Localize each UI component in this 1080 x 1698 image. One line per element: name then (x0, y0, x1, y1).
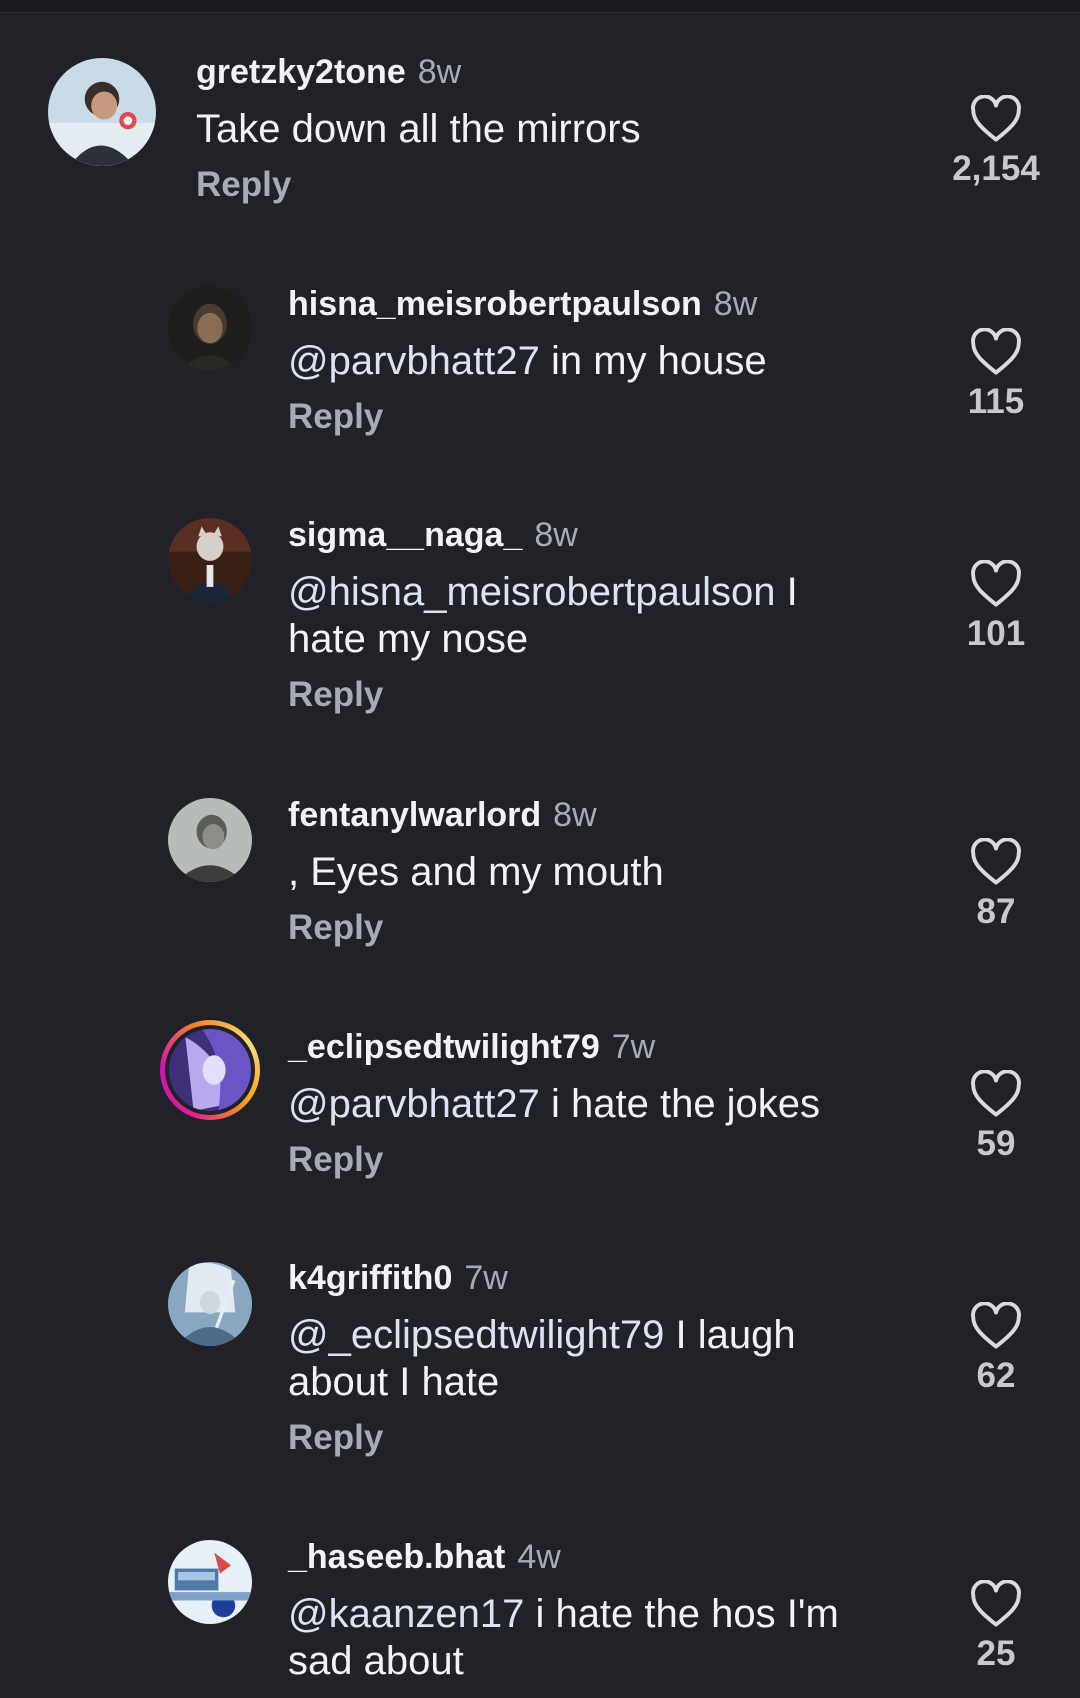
comment-header: gretzky2tone 8w (196, 52, 641, 92)
mention-link[interactable]: @parvbhatt27 (288, 1082, 540, 1126)
heart-outline-icon[interactable] (970, 328, 1022, 376)
heart-outline-icon[interactable] (970, 1070, 1022, 1118)
comment-header: sigma__naga_ 8w (288, 515, 798, 555)
story-ring[interactable] (160, 1020, 260, 1120)
avatar[interactable] (168, 1540, 252, 1624)
comment-header: hisna_meisrobertpaulson 8w (288, 284, 767, 324)
timestamp: 7w (464, 1259, 508, 1297)
like-count: 2,154 (952, 149, 1040, 188)
comment-text: , Eyes and my mouth (288, 849, 664, 896)
heart-outline-icon[interactable] (970, 1302, 1022, 1350)
username[interactable]: hisna_meisrobertpaulson (288, 285, 702, 323)
like-count: 87 (976, 892, 1016, 931)
top-divider (0, 0, 1080, 13)
like-count: 101 (966, 614, 1026, 653)
avatar[interactable] (168, 518, 252, 602)
comment-text: @kaanzen17 i hate the hos I'm sad about (288, 1591, 839, 1685)
like-group: 2,154 (936, 95, 1056, 189)
comment-body-line2: hate my nose (288, 617, 529, 661)
comment-body-line2: sad about (288, 1639, 464, 1683)
like-count: 62 (976, 1356, 1016, 1395)
comment-body: I laugh (664, 1313, 796, 1357)
comment-header: _eclipsedtwilight79 7w (288, 1027, 820, 1067)
heart-outline-icon[interactable] (970, 560, 1022, 608)
avatar[interactable] (168, 1262, 252, 1346)
reply-button[interactable]: Reply (288, 1140, 820, 1180)
comment-header: k4griffith0 7w (288, 1258, 796, 1298)
like-group: 25 (936, 1580, 1056, 1674)
avatar[interactable] (168, 286, 252, 370)
comment-text: @parvbhatt27 i hate the jokes (288, 1081, 820, 1128)
timestamp: 8w (417, 53, 462, 91)
username[interactable]: gretzky2tone (196, 53, 406, 91)
comment-text: @_eclipsedtwilight79 I laugh about I hat… (288, 1312, 796, 1406)
timestamp: 4w (517, 1538, 561, 1576)
timestamp: 8w (534, 516, 578, 554)
username[interactable]: _haseeb.bhat (288, 1538, 505, 1576)
reply-button[interactable]: Reply (288, 1418, 796, 1458)
username[interactable]: _eclipsedtwilight79 (288, 1028, 600, 1066)
comment-body: i hate the jokes (539, 1082, 821, 1126)
mention-link[interactable]: @_eclipsedtwilight79 (288, 1313, 664, 1357)
reply-button[interactable]: Reply (196, 165, 641, 205)
comment-text: @hisna_meisrobertpaulson I hate my nose (288, 569, 798, 663)
comment-body: in my house (539, 339, 767, 383)
comment-body: Take down all the mirrors (196, 107, 641, 151)
username[interactable]: fentanylwarlord (288, 796, 541, 834)
mention-link[interactable]: @parvbhatt27 (288, 339, 540, 383)
like-group: 59 (936, 1070, 1056, 1164)
like-group: 87 (936, 838, 1056, 932)
comment-header: fentanylwarlord 8w (288, 795, 664, 835)
like-group: 115 (936, 328, 1056, 422)
username[interactable]: k4griffith0 (288, 1259, 452, 1297)
timestamp: 8w (553, 796, 597, 834)
mention-link[interactable]: @kaanzen17 (288, 1592, 524, 1636)
mention-link[interactable]: @hisna_meisrobertpaulson (288, 570, 776, 614)
like-group: 62 (936, 1302, 1056, 1396)
avatar[interactable] (169, 1029, 251, 1111)
avatar[interactable] (48, 58, 156, 166)
heart-outline-icon[interactable] (970, 95, 1022, 143)
reply-button[interactable]: Reply (288, 908, 664, 948)
comment-body: , Eyes and my mouth (288, 850, 664, 894)
reply-button[interactable]: Reply (288, 675, 798, 715)
heart-outline-icon[interactable] (970, 838, 1022, 886)
like-group: 101 (936, 560, 1056, 654)
comment-header: _haseeb.bhat 4w (288, 1537, 839, 1577)
username[interactable]: sigma__naga_ (288, 516, 522, 554)
like-count: 115 (967, 382, 1025, 421)
timestamp: 7w (611, 1028, 656, 1066)
reply-button[interactable]: Reply (288, 397, 767, 437)
comment-body: i hate the hos I'm (524, 1592, 839, 1636)
avatar[interactable] (168, 798, 252, 882)
heart-outline-icon[interactable] (970, 1580, 1022, 1628)
comment-body-line2: about I hate (288, 1360, 500, 1404)
comment-text: Take down all the mirrors (196, 106, 641, 153)
timestamp: 8w (713, 285, 758, 323)
like-count: 25 (976, 1634, 1016, 1673)
comment-text: @parvbhatt27 in my house (288, 338, 767, 385)
comment-body: I (775, 570, 798, 614)
like-count: 59 (976, 1124, 1016, 1163)
